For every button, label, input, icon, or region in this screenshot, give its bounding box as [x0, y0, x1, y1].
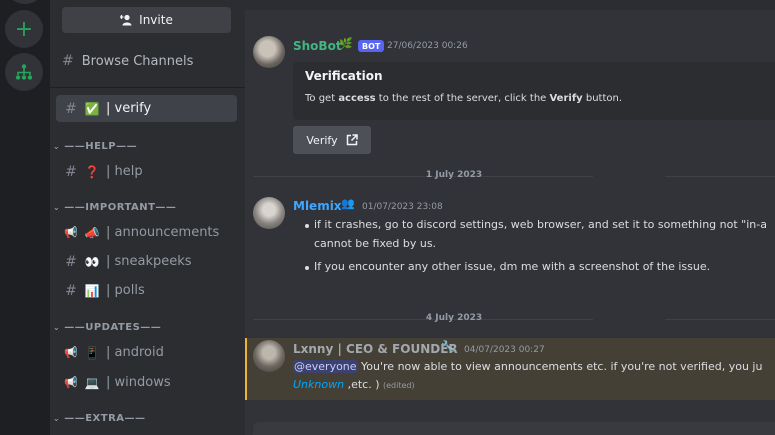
channel-emoji: 💻	[84, 375, 100, 390]
plus-icon: +	[14, 16, 34, 42]
embed-title: Verification	[305, 69, 383, 83]
message-line: cannot be fixed by us.	[314, 237, 437, 250]
channel-emoji: 📊	[84, 283, 100, 298]
author-name[interactable]: Mlemix	[293, 199, 342, 213]
everyone-mention[interactable]: @everyone	[293, 360, 358, 373]
chevron-down-icon: ⌄	[53, 322, 61, 332]
timestamp[interactable]: 04/07/2023 00:27	[464, 345, 545, 355]
mention-highlight-bar	[245, 338, 247, 400]
invite-button[interactable]: Invite	[62, 7, 231, 33]
message-text: You're now able to view announcements et…	[357, 360, 763, 373]
channel-name: | verify	[106, 101, 152, 116]
message-line: Unknown ,etc. ) (edited)	[293, 378, 415, 391]
external-link-icon	[346, 134, 358, 146]
chat-header	[245, 0, 775, 10]
author-name[interactable]: ShoBot	[293, 39, 342, 53]
message-line: @everyone You're now able to view announ…	[293, 360, 762, 373]
sidebar-divider	[50, 87, 245, 88]
channel-name: | windows	[106, 375, 171, 390]
timestamp[interactable]: 01/07/2023 23:08	[362, 202, 443, 212]
date-divider-label: 4 July 2023	[425, 313, 483, 323]
explore-servers-button[interactable]	[5, 53, 43, 91]
add-person-icon	[120, 14, 132, 26]
bullet-dot	[305, 224, 309, 228]
channel-help[interactable]: # ❓ | help	[56, 158, 237, 185]
channel-verify[interactable]: # ✅ | verify	[56, 95, 237, 122]
avatar[interactable]	[253, 340, 285, 372]
megaphone-icon: 📢	[64, 346, 78, 359]
megaphone-icon: 📢	[64, 376, 78, 389]
channel-name: | android	[106, 345, 164, 360]
embed-text-bold: access	[338, 93, 376, 104]
category-label: ——HELP——	[64, 140, 138, 152]
timestamp[interactable]: 27/06/2023 00:26	[387, 41, 468, 51]
category-updates[interactable]: ⌄ ——UPDATES——	[53, 320, 161, 334]
channel-sneakpeeks[interactable]: # 👀 | sneakpeeks	[56, 248, 237, 275]
embed-description: To get access to the rest of the server,…	[305, 93, 622, 104]
wrench-icon: 🔧	[441, 340, 455, 353]
avatar[interactable]	[253, 36, 285, 68]
hash-icon: #	[65, 163, 77, 180]
edited-tag: (edited)	[382, 381, 415, 390]
embed-text-part: button.	[582, 93, 623, 104]
channel-windows[interactable]: 📢 💻 | windows	[56, 369, 237, 396]
chevron-down-icon: ⌄	[53, 202, 61, 212]
message-text: ,etc. )	[344, 378, 380, 391]
author-badge-emoji: 👥	[341, 197, 355, 210]
server-rail: +	[0, 0, 50, 435]
invite-label: Invite	[139, 13, 173, 27]
verification-embed: Verification To get access to the rest o…	[293, 62, 775, 120]
verify-button-label: Verify	[306, 133, 338, 147]
author-name[interactable]: Lxnny | CEO & FOUNDER	[293, 342, 458, 356]
channel-emoji: 📱	[84, 345, 100, 360]
channel-name: | help	[106, 164, 143, 179]
channel-name: | announcements	[106, 225, 220, 240]
channel-android[interactable]: 📢 📱 | android	[56, 339, 237, 366]
browse-channels-item[interactable]: # Browse Channels	[62, 50, 232, 72]
channel-name: | polls	[106, 283, 145, 298]
hash-icon: #	[65, 282, 77, 299]
message-line: If you encounter any other issue, dm me …	[314, 260, 711, 273]
avatar[interactable]	[253, 197, 285, 229]
category-label: ——IMPORTANT——	[64, 201, 177, 213]
channel-emoji: 👀	[84, 254, 100, 269]
category-important[interactable]: ⌄ ——IMPORTANT——	[53, 200, 176, 214]
channel-emoji: 📣	[84, 225, 100, 240]
date-divider-label: 1 July 2023	[425, 170, 483, 180]
hash-icon: #	[65, 253, 77, 270]
date-divider: 4 July 2023	[253, 313, 775, 325]
channel-emoji: ❓	[84, 164, 100, 179]
verify-button[interactable]: Verify	[293, 126, 371, 154]
channel-announcements[interactable]: 📢 📣 | announcements	[56, 219, 237, 246]
megaphone-icon: 📢	[64, 226, 78, 239]
embed-text-bold: Verify	[549, 93, 583, 104]
chevron-down-icon: ⌄	[53, 141, 61, 151]
date-divider: 1 July 2023	[253, 170, 775, 182]
hierarchy-icon	[15, 64, 33, 80]
author-badge-emoji: 🌿	[339, 37, 353, 50]
channel-polls[interactable]: # 📊 | polls	[56, 277, 237, 304]
category-label: ——EXTRA——	[64, 412, 146, 424]
embed-text-part: to the rest of the server, click the	[375, 93, 550, 104]
channel-emoji: ✅	[84, 101, 100, 116]
bullet-dot	[305, 266, 309, 270]
chat-area: ShoBot 🌿 BOT 27/06/2023 00:26 Verificati…	[245, 0, 775, 435]
category-label: ——UPDATES——	[64, 321, 162, 333]
category-help[interactable]: ⌄ ——HELP——	[53, 139, 137, 153]
browse-hash-icon: #	[62, 53, 74, 69]
channel-name: | sneakpeeks	[106, 254, 192, 269]
server-icon[interactable]	[7, 0, 43, 4]
channel-sidebar: Invite # Browse Channels # ✅ | verify ⌄ …	[50, 0, 245, 435]
message-line: if it crashes, go to discord settings, w…	[314, 218, 767, 231]
embed-text-part: To get	[305, 93, 339, 104]
add-server-button[interactable]: +	[5, 10, 43, 48]
browse-channels-label: Browse Channels	[81, 53, 194, 69]
hash-icon: #	[65, 100, 77, 117]
italic-text: Unknown	[293, 378, 345, 391]
bot-tag: BOT	[358, 40, 385, 52]
category-extra[interactable]: ⌄ ——EXTRA——	[53, 411, 146, 425]
message-composer[interactable]	[253, 422, 775, 435]
chevron-down-icon: ⌄	[53, 413, 61, 423]
